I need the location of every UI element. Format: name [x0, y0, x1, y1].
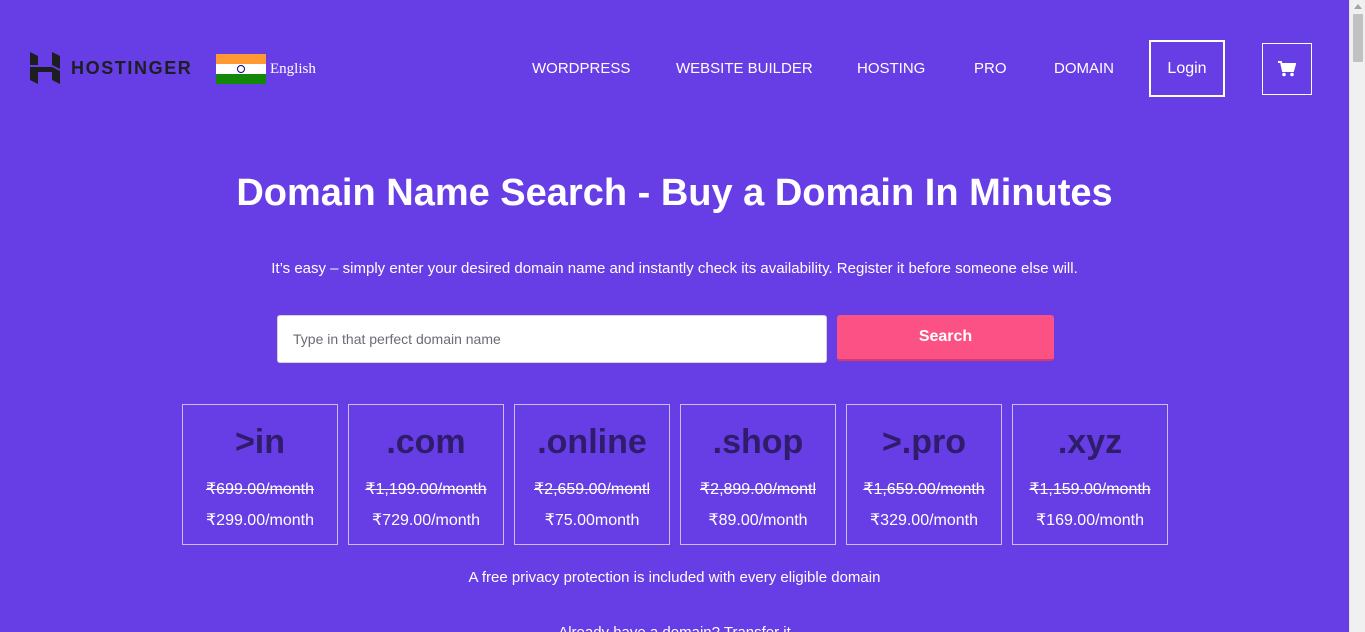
nav-pro[interactable]: PRO — [974, 60, 1007, 78]
nav-hosting[interactable]: HOSTING — [857, 60, 925, 78]
new-price: ₹729.00/month — [371, 512, 481, 529]
domain-card-in[interactable]: >in ₹699.00/month ₹299.00/month — [182, 404, 338, 545]
new-price: ₹329.00/month — [869, 512, 979, 529]
language-selector[interactable]: English — [216, 54, 316, 84]
tld-label: .online — [537, 423, 647, 461]
india-flag-icon — [216, 54, 266, 84]
hostinger-logo-icon — [30, 52, 60, 84]
search-button[interactable]: Search — [837, 315, 1054, 361]
old-price: ₹2,659.00/montl — [533, 481, 651, 498]
transfer-link[interactable]: Already have a domain? Transfer it — [0, 624, 1349, 632]
page: HOSTINGER English WORDPRESS WEBSITE BUIL… — [0, 0, 1349, 632]
cart-button[interactable] — [1262, 43, 1312, 95]
new-price: ₹169.00/month — [1035, 512, 1145, 529]
scroll-up-icon[interactable] — [1354, 4, 1362, 9]
scrollbar-thumb[interactable] — [1353, 14, 1363, 62]
nav-website-builder[interactable]: WEBSITE BUILDER — [676, 60, 813, 78]
new-price: ₹75.00month — [544, 512, 640, 529]
page-title: Domain Name Search - Buy a Domain In Min… — [236, 172, 1113, 214]
tld-label: >in — [234, 423, 286, 461]
old-price: ₹1,659.00/month — [863, 481, 985, 498]
domain-card-xyz[interactable]: .xyz ₹1,159.00/month ₹169.00/month — [1012, 404, 1168, 545]
brand-name: HOSTINGER — [71, 57, 193, 78]
old-price: ₹699.00/month — [205, 481, 315, 498]
nav-wordpress[interactable]: WORDPRESS — [532, 60, 630, 78]
domain-search-input[interactable] — [277, 315, 827, 363]
domain-card-com[interactable]: .com ₹1,199.00/month ₹729.00/month — [348, 404, 504, 545]
old-price: ₹2,899.00/montl — [699, 481, 817, 498]
page-subtitle: It’s easy – simply enter your desired do… — [271, 260, 1078, 277]
domain-card-online[interactable]: .online ₹2,659.00/montl ₹75.00month — [514, 404, 670, 545]
tld-label: .com — [386, 423, 466, 461]
tld-label: .shop — [712, 423, 804, 461]
nav-domain[interactable]: DOMAIN — [1054, 60, 1114, 78]
domain-card-pro[interactable]: >.pro ₹1,659.00/month ₹329.00/month — [846, 404, 1002, 545]
tld-label: .xyz — [1057, 423, 1123, 461]
old-price: ₹1,199.00/month — [365, 481, 487, 498]
old-price: ₹1,159.00/month — [1029, 481, 1151, 498]
new-price: ₹89.00/month — [708, 512, 808, 529]
site-header: HOSTINGER English WORDPRESS WEBSITE BUIL… — [0, 0, 1349, 130]
vertical-scrollbar[interactable] — [1349, 0, 1365, 632]
new-price: ₹299.00/month — [205, 512, 315, 529]
language-label: English — [270, 60, 316, 77]
privacy-note: A free privacy protection is included wi… — [468, 569, 881, 586]
domain-price-list: >in ₹699.00/month ₹299.00/month .com ₹1,… — [182, 404, 1168, 545]
domain-card-shop[interactable]: .shop ₹2,899.00/montl ₹89.00/month — [680, 404, 836, 545]
login-button[interactable]: Login — [1149, 40, 1225, 97]
brand-logo[interactable]: HOSTINGER — [30, 52, 192, 84]
cart-icon — [1278, 61, 1296, 77]
tld-label: >.pro — [881, 423, 967, 461]
